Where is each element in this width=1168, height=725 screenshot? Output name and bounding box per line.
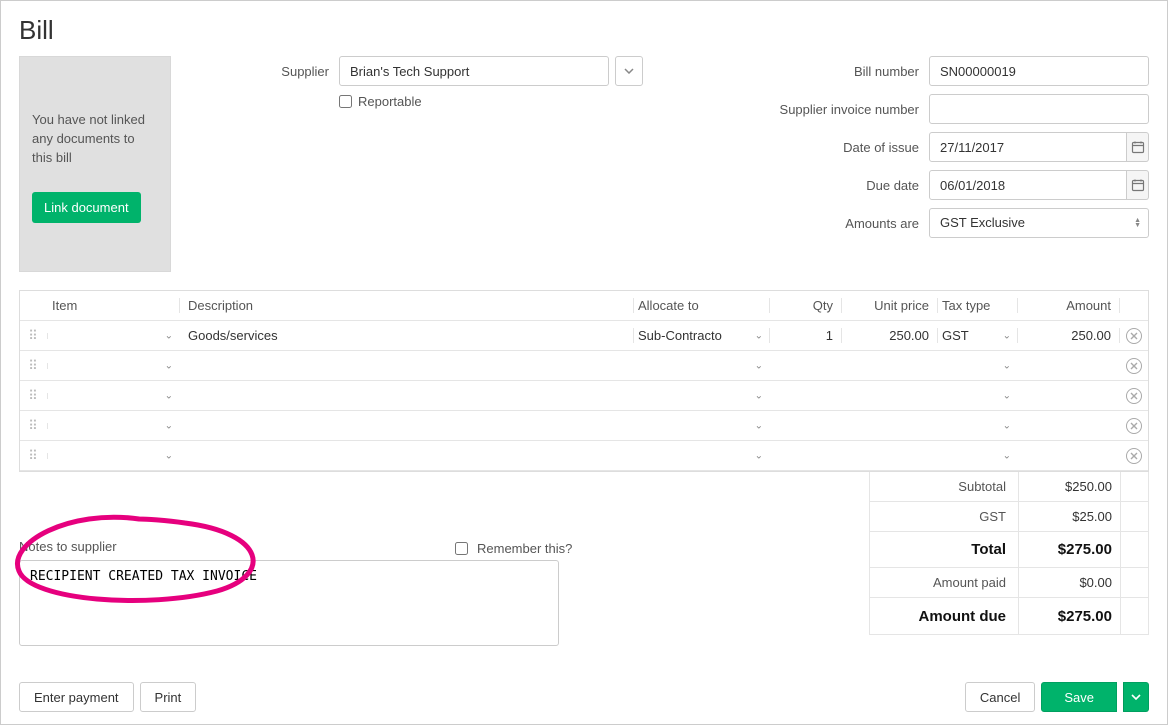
col-header-allocate-to: Allocate to (634, 298, 770, 313)
subtotal-label: Subtotal (870, 479, 1018, 494)
allocate-to-cell[interactable]: Sub-Contracto⌄ (634, 328, 770, 343)
chevron-down-icon[interactable]: ⌄ (1003, 450, 1011, 461)
remember-this-checkbox[interactable] (455, 542, 468, 555)
unit-price-cell[interactable]: 250.00 (842, 328, 938, 343)
supplier-invoice-number-label: Supplier invoice number (739, 102, 919, 117)
reportable-label: Reportable (358, 94, 422, 109)
bill-number-label: Bill number (739, 64, 919, 79)
totals-panel: Subtotal $250.00 GST $25.00 Total $275.0… (869, 472, 1149, 635)
delete-row-button[interactable] (1126, 418, 1142, 434)
col-header-amount: Amount (1018, 298, 1120, 313)
amount-paid-value: $0.00 (1018, 568, 1120, 597)
close-icon (1130, 362, 1138, 370)
chevron-down-icon[interactable]: ⌄ (1003, 420, 1011, 431)
print-button[interactable]: Print (140, 682, 197, 712)
close-icon (1130, 422, 1138, 430)
drag-handle-icon[interactable]: ⠿ (28, 393, 39, 399)
col-header-description: Description (180, 298, 634, 313)
table-row: ⠿ ⌄ ⌄ ⌄ (20, 381, 1148, 411)
chevron-down-icon[interactable]: ⌄ (165, 390, 173, 401)
date-of-issue-label: Date of issue (739, 140, 919, 155)
table-row: ⠿ ⌄ ⌄ ⌄ (20, 411, 1148, 441)
drag-handle-icon[interactable]: ⠿ (28, 363, 39, 369)
table-row: ⠿ ⌄ ⌄ ⌄ (20, 351, 1148, 381)
delete-row-button[interactable] (1126, 448, 1142, 464)
chevron-down-icon[interactable]: ⌄ (1003, 390, 1011, 401)
chevron-down-icon[interactable]: ⌄ (165, 360, 173, 371)
calendar-icon (1131, 140, 1145, 154)
chevron-down-icon[interactable]: ⌄ (165, 330, 173, 341)
table-row: ⠿ ⌄ ⌄ ⌄ (20, 441, 1148, 471)
delete-row-button[interactable] (1126, 328, 1142, 344)
due-date-picker-button[interactable] (1127, 170, 1149, 200)
col-header-unit-price: Unit price (842, 298, 938, 313)
drag-handle-icon[interactable]: ⠿ (28, 333, 39, 339)
gst-value: $25.00 (1018, 502, 1120, 531)
tax-type-cell[interactable]: GST⌄ (938, 328, 1018, 343)
due-date-input[interactable] (929, 170, 1127, 200)
link-document-button[interactable]: Link document (32, 192, 141, 223)
supplier-invoice-number-input[interactable] (929, 94, 1149, 124)
total-value: $275.00 (1018, 532, 1120, 567)
amount-due-value: $275.00 (1018, 598, 1120, 634)
remember-this-label: Remember this? (477, 541, 572, 556)
chevron-down-icon[interactable]: ⌄ (1003, 360, 1011, 371)
chevron-down-icon (1131, 694, 1141, 700)
chevron-down-icon[interactable]: ⌄ (755, 360, 763, 371)
chevron-down-icon[interactable]: ⌄ (755, 420, 763, 431)
close-icon (1130, 332, 1138, 340)
document-link-panel: You have not linked any documents to thi… (19, 56, 171, 272)
close-icon (1130, 452, 1138, 460)
chevron-down-icon[interactable]: ⌄ (755, 390, 763, 401)
notes-to-supplier-input[interactable] (19, 560, 559, 646)
amount-paid-label: Amount paid (870, 575, 1018, 590)
cancel-button[interactable]: Cancel (965, 682, 1035, 712)
no-documents-message: You have not linked any documents to thi… (32, 111, 158, 168)
enter-payment-button[interactable]: Enter payment (19, 682, 134, 712)
date-of-issue-input[interactable] (929, 132, 1127, 162)
delete-row-button[interactable] (1126, 358, 1142, 374)
col-header-qty: Qty (770, 298, 842, 313)
chevron-down-icon (624, 68, 634, 74)
chevron-down-icon[interactable]: ⌄ (165, 450, 173, 461)
amounts-are-label: Amounts are (739, 216, 919, 231)
qty-cell[interactable]: 1 (770, 328, 842, 343)
drag-handle-icon[interactable]: ⠿ (28, 453, 39, 459)
description-cell[interactable]: Goods/services (180, 328, 634, 343)
select-caret-icon: ▲▼ (1134, 218, 1141, 228)
table-row: ⠿⌄Goods/servicesSub-Contracto⌄1250.00GST… (20, 321, 1148, 351)
due-date-label: Due date (739, 178, 919, 193)
subtotal-value: $250.00 (1018, 472, 1120, 501)
date-of-issue-picker-button[interactable] (1127, 132, 1149, 162)
drag-handle-icon[interactable]: ⠿ (28, 423, 39, 429)
col-header-tax-type: Tax type (938, 298, 1018, 313)
chevron-down-icon[interactable]: ⌄ (1003, 330, 1011, 341)
supplier-input[interactable] (339, 56, 609, 86)
delete-row-button[interactable] (1126, 388, 1142, 404)
amounts-are-select[interactable]: GST Exclusive ▲▼ (929, 208, 1149, 238)
amount-due-label: Amount due (870, 608, 1018, 625)
line-items-grid: Item Description Allocate to Qty Unit pr… (19, 290, 1149, 472)
page-title: Bill (19, 15, 1149, 46)
reportable-checkbox[interactable] (339, 95, 352, 108)
close-icon (1130, 392, 1138, 400)
calendar-icon (1131, 178, 1145, 192)
chevron-down-icon[interactable]: ⌄ (165, 420, 173, 431)
save-button[interactable]: Save (1041, 682, 1117, 712)
supplier-label: Supplier (189, 64, 329, 79)
gst-label: GST (870, 509, 1018, 524)
supplier-dropdown-button[interactable] (615, 56, 643, 86)
save-dropdown-button[interactable] (1123, 682, 1149, 712)
chevron-down-icon[interactable]: ⌄ (755, 450, 763, 461)
total-label: Total (870, 541, 1018, 558)
chevron-down-icon[interactable]: ⌄ (755, 330, 763, 341)
col-header-item: Item (48, 298, 180, 313)
bill-number-input[interactable] (929, 56, 1149, 86)
amount-cell[interactable]: 250.00 (1018, 328, 1120, 343)
